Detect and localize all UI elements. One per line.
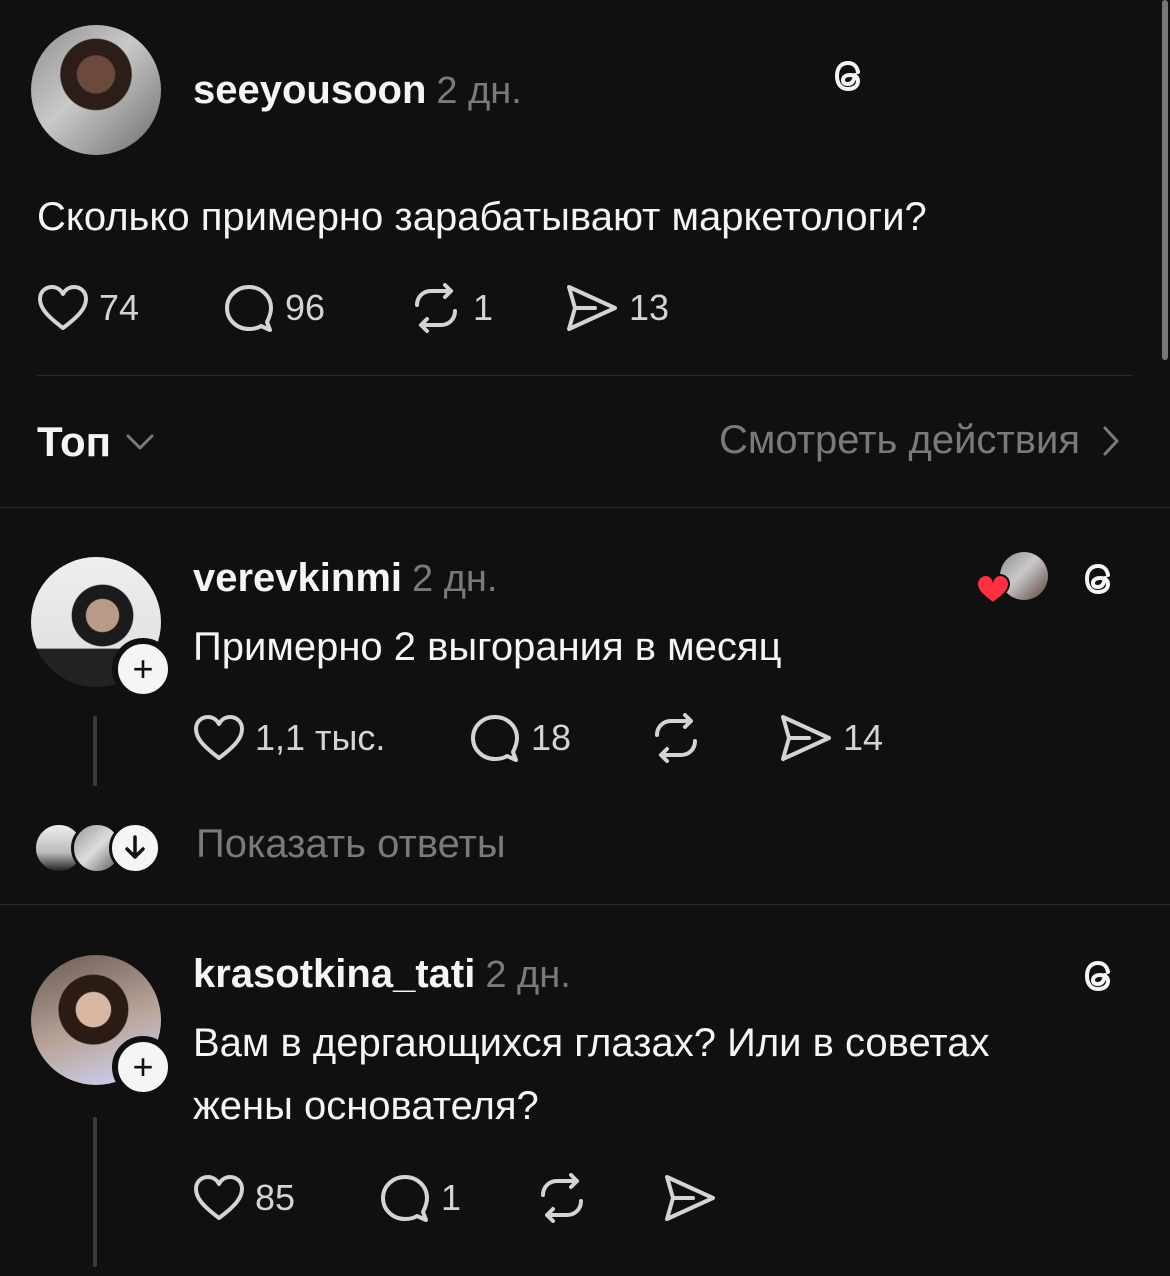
comment-icon — [471, 715, 519, 762]
follow-button[interactable]: + — [112, 638, 174, 700]
heart-icon — [194, 715, 244, 760]
repost-button[interactable]: 1 — [409, 282, 565, 334]
repost-button[interactable] — [649, 712, 779, 764]
comment-button[interactable]: 1 — [379, 1172, 535, 1224]
comment-button[interactable]: 18 — [469, 712, 649, 764]
like-button[interactable]: 85 — [193, 1172, 379, 1224]
view-activity-label: Смотреть действия — [718, 418, 1080, 462]
like-count: 85 — [255, 1177, 296, 1218]
send-icon — [665, 1175, 715, 1221]
reply-text-line-2: жены основателя? — [193, 1084, 539, 1128]
share-count: 13 — [629, 287, 670, 328]
comment-count: 96 — [285, 287, 326, 328]
reply-header: krasotkina_tati 2 дн. — [193, 952, 571, 997]
comment-count: 18 — [531, 717, 572, 758]
like-count: 1,1 тыс. — [255, 717, 386, 758]
reply-text: Примерно 2 выгорания в месяц — [193, 625, 782, 669]
repost-icon — [415, 283, 457, 333]
username[interactable]: verevkinmi — [193, 556, 402, 600]
like-button[interactable]: 74 — [37, 282, 223, 334]
comment-button[interactable]: 96 — [223, 282, 409, 334]
reply-text-line-1: Вам в дергающихся глазах? Или в советах — [193, 1021, 990, 1065]
post-time: 2 дн. — [436, 70, 522, 112]
heart-icon — [38, 285, 88, 330]
reply-header: verevkinmi 2 дн. — [193, 556, 497, 601]
comment-count: 1 — [441, 1177, 462, 1218]
repost-icon — [541, 1173, 583, 1223]
chevron-right-icon — [1103, 426, 1119, 455]
heart-icon — [976, 574, 1010, 604]
comment-icon — [381, 1175, 429, 1222]
thread-line — [93, 716, 97, 786]
divider — [0, 904, 1170, 905]
repost-count: 1 — [473, 287, 494, 328]
reply-time: 2 дн. — [412, 558, 498, 600]
expand-replies-button[interactable] — [109, 822, 161, 874]
scrollbar[interactable] — [1162, 0, 1168, 360]
threads-logo-icon[interactable] — [1074, 952, 1122, 1000]
sort-dropdown[interactable]: Топ — [37, 418, 155, 466]
share-button[interactable]: 14 — [779, 712, 883, 764]
comment-icon — [225, 285, 273, 332]
view-activity-link[interactable]: Смотреть действия — [719, 418, 1120, 463]
show-replies-link[interactable]: Показать ответы — [196, 822, 506, 867]
post-text: Сколько примерно зарабатывают маркетолог… — [37, 195, 927, 239]
heart-icon — [194, 1175, 244, 1220]
avatar[interactable] — [31, 25, 161, 155]
username[interactable]: seeyousoon — [193, 68, 426, 112]
share-button[interactable] — [663, 1172, 727, 1224]
post-actions: 74 96 1 13 — [37, 282, 669, 334]
send-icon — [781, 715, 831, 761]
divider — [0, 507, 1170, 508]
share-count: 14 — [843, 717, 884, 758]
send-icon — [567, 285, 617, 331]
liked-by-author-badge — [976, 552, 1048, 604]
sort-label: Топ — [37, 418, 112, 465]
follow-button[interactable]: + — [112, 1036, 174, 1098]
like-button[interactable]: 1,1 тыс. — [193, 712, 469, 764]
repost-button[interactable] — [535, 1172, 663, 1224]
post-header: seeyousoon 2 дн. — [193, 68, 522, 113]
divider — [37, 375, 1133, 376]
thread-line — [93, 1117, 97, 1267]
share-button[interactable]: 13 — [565, 282, 669, 334]
threads-logo-icon[interactable] — [1074, 555, 1122, 603]
reply-actions: 1,1 тыс. 18 14 — [193, 712, 883, 764]
chevron-down-icon — [126, 434, 154, 450]
reply-time: 2 дн. — [485, 954, 571, 996]
repost-icon — [655, 713, 697, 763]
arrow-down-icon — [125, 835, 145, 859]
reply-actions: 85 1 — [193, 1172, 727, 1224]
reply-avatars[interactable] — [33, 820, 163, 874]
username[interactable]: krasotkina_tati — [193, 952, 475, 996]
threads-logo-icon[interactable] — [824, 52, 872, 100]
like-count: 74 — [99, 287, 140, 328]
